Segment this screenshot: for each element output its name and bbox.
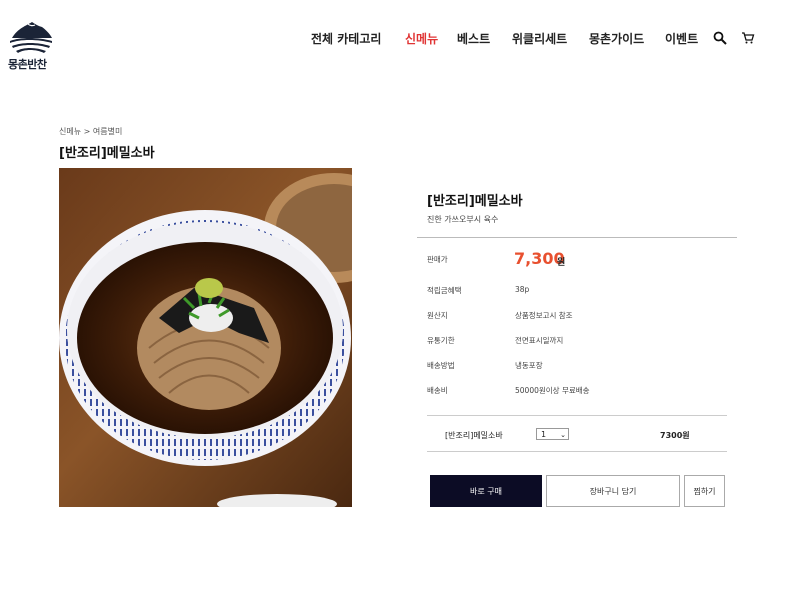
detail-label-points: 적립금혜택 [427,286,462,295]
detail-label-shipping-method: 배송방법 [427,361,455,370]
price-unit: 원 [557,258,566,268]
add-to-cart-button[interactable]: 장바구니 담기 [546,475,680,507]
product-name: [반조리]메밀소바 [427,194,523,209]
detail-label-origin: 원산지 [427,311,448,320]
nav-item-best[interactable]: 베스트 [457,30,490,47]
chevron-down-icon: ⌄ [560,431,566,439]
nav-item-weekly-set[interactable]: 위클리세트 [512,30,567,47]
nav-item-new-menu[interactable]: 신메뉴 [405,30,438,47]
quantity-value: 1 [541,430,547,439]
price-label: 판매가 [427,255,448,264]
nav-item-guide[interactable]: 몽촌가이드 [589,30,644,47]
option-price: 7300원 [660,431,690,440]
quantity-select[interactable]: 1 ⌄ [536,428,569,440]
nav-item-event[interactable]: 이벤트 [665,30,698,47]
product-subtitle: 진한 가쓰오부시 육수 [427,215,499,224]
breadcrumb: 신메뉴 > 여름별미 [59,127,123,136]
detail-label-expiry: 유통기한 [427,336,455,345]
main-nav: 전체 카테고리 신메뉴 베스트 위클리세트 몽촌가이드 이벤트 [0,30,800,46]
buy-now-button[interactable]: 바로 구매 [430,475,542,507]
detail-label-shipping-fee: 배송비 [427,386,448,395]
product-image [59,168,352,507]
option-name: [반조리]메밀소바 [445,431,503,440]
info-divider [417,237,737,238]
detail-value-origin: 상품정보고시 참조 [515,311,573,320]
detail-value-shipping-method: 냉동포장 [515,361,543,370]
option-divider-top [427,415,727,416]
page-title: [반조리]메밀소바 [59,146,155,161]
brand-logo-text: 몽촌반찬 [8,58,47,71]
option-divider-bottom [427,451,727,452]
cart-icon[interactable] [741,30,755,49]
search-icon[interactable] [713,30,727,49]
nav-item-all-categories[interactable]: 전체 카테고리 [311,30,381,47]
wishlist-button[interactable]: 찜하기 [684,475,725,507]
detail-value-points: 38p [515,285,530,294]
detail-value-shipping-fee: 50000원이상 무료배송 [515,386,590,395]
detail-value-expiry: 전면표시일까지 [515,336,564,345]
